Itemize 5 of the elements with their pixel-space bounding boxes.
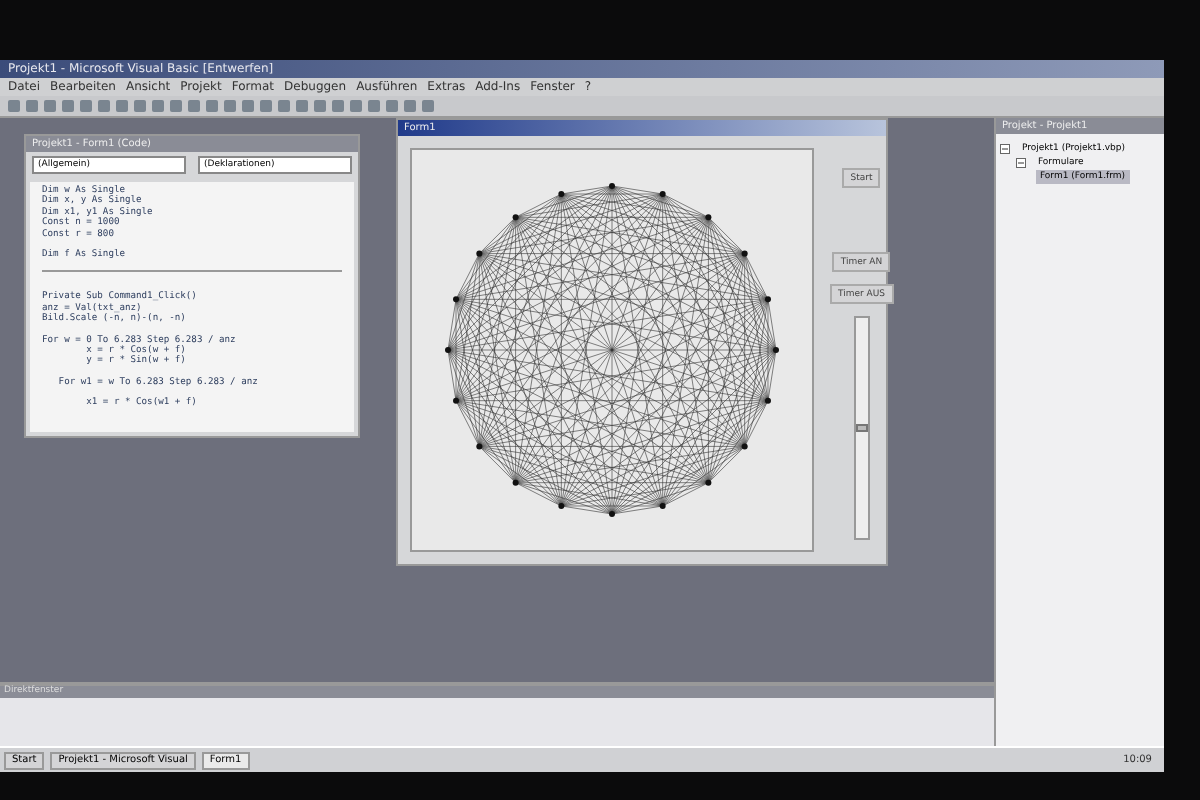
collapse-icon[interactable]	[1000, 144, 1010, 154]
scrollbar-track[interactable]	[853, 316, 870, 540]
code-editor[interactable]	[30, 182, 354, 432]
collapse-icon[interactable]	[1016, 158, 1026, 168]
scrollbar-thumb[interactable]	[855, 424, 868, 432]
